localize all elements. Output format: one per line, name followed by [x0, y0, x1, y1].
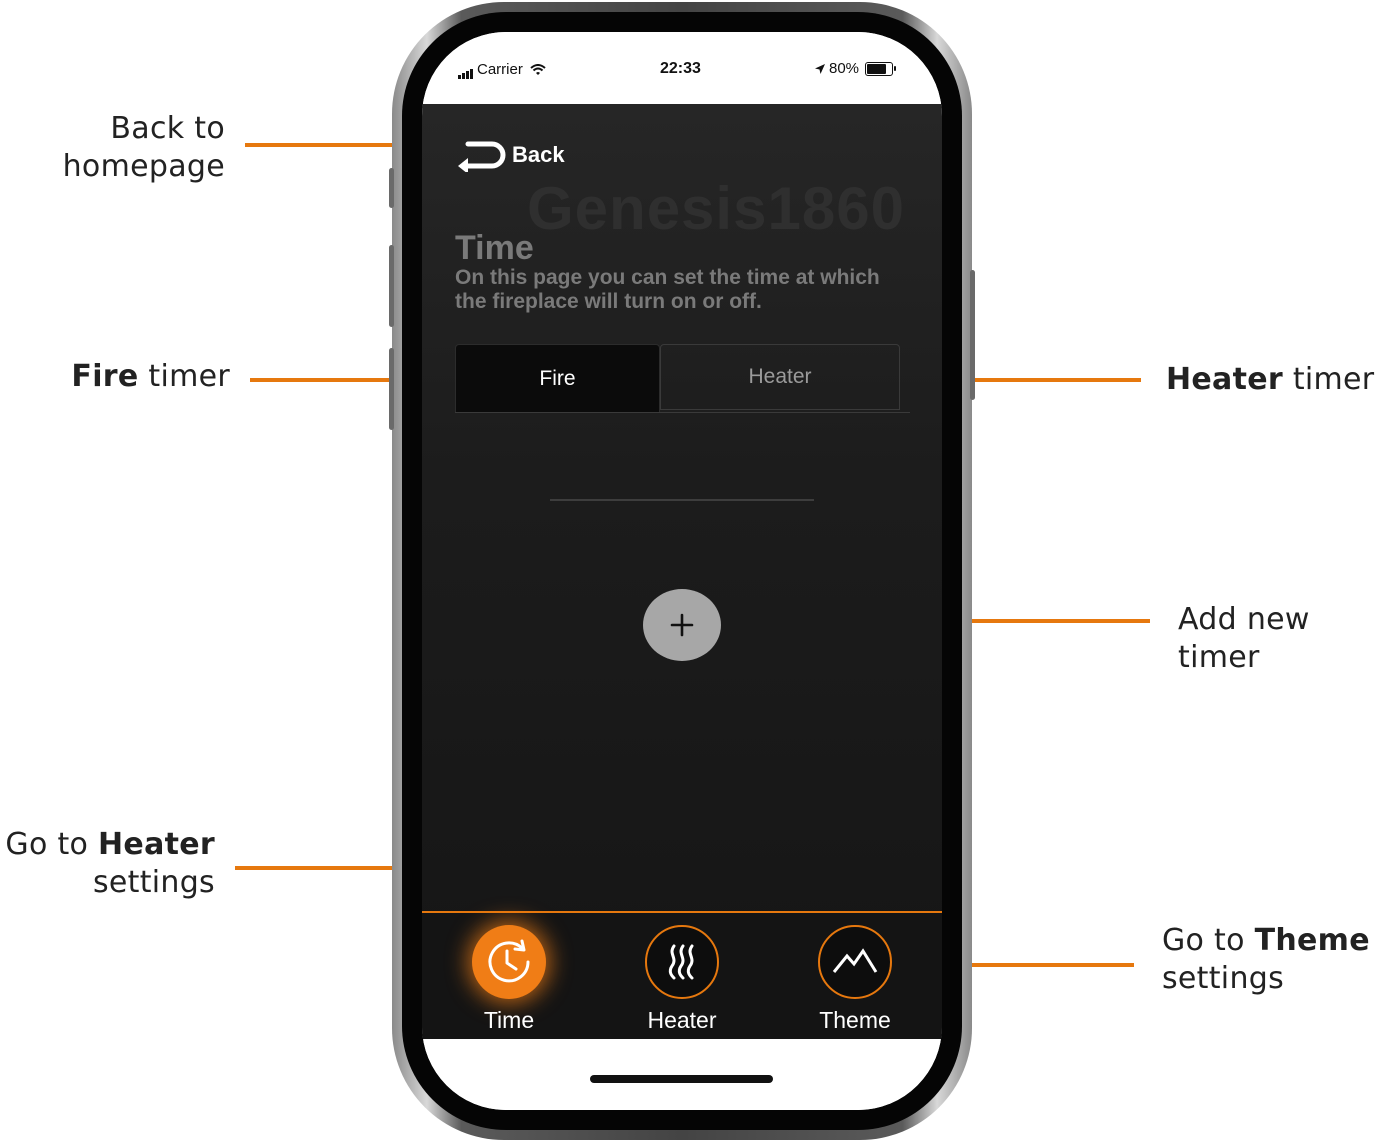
- tab-fire[interactable]: Fire: [455, 344, 660, 412]
- page-title: Time: [455, 229, 534, 267]
- app-view: Back Genesis1860 Time On this page you c…: [422, 104, 942, 1041]
- timer-tabs: Fire Heater: [455, 344, 910, 413]
- battery-icon: [865, 62, 897, 77]
- location-arrow-icon: [815, 64, 825, 75]
- annotation-heater-settings-post: settings: [92, 865, 215, 900]
- carrier-label: Carrier: [477, 61, 523, 78]
- annotation-fire-rest: timer: [138, 359, 230, 394]
- annotation-fire-timer: Fire timer: [20, 358, 230, 396]
- phone-silent-switch: [389, 168, 394, 208]
- annotation-theme-settings-bold: Theme: [1254, 923, 1370, 958]
- nav-time-circle: [472, 925, 546, 999]
- home-indicator[interactable]: [590, 1075, 773, 1083]
- annotation-heater-bold: Heater: [1166, 362, 1283, 397]
- annotation-heater-settings-bold: Heater: [98, 827, 215, 862]
- phone-screen: Carrier 22:33 80% Back Genesis1860 Time …: [422, 32, 942, 1110]
- nav-label-time: Time: [483, 1007, 535, 1033]
- annotation-back-to-homepage: Back to homepage: [62, 111, 225, 184]
- annotation-heater-settings-pre: Go to: [5, 827, 99, 862]
- status-time: 22:33: [660, 60, 701, 77]
- brand-watermark: Genesis1860: [527, 175, 905, 242]
- timer-list-divider: [550, 499, 814, 501]
- mountain-icon: [832, 948, 878, 973]
- wifi-icon: [530, 64, 546, 76]
- page-description: On this page you can set the time at whi…: [455, 266, 880, 313]
- add-timer-button[interactable]: [643, 589, 721, 661]
- bottom-nav: Time Heater Theme: [422, 911, 942, 1041]
- signal-icon: [458, 62, 474, 79]
- clock-icon: [488, 939, 530, 983]
- nav-item-time[interactable]: Time: [449, 925, 569, 1034]
- annotation-add-new-timer: Add new timer: [1178, 602, 1310, 675]
- nav-heater-circle: [645, 925, 719, 999]
- phone-volume-up: [389, 245, 394, 327]
- plus-icon: [670, 613, 694, 637]
- flame-icon: [668, 944, 694, 980]
- nav-item-heater[interactable]: Heater: [622, 925, 742, 1034]
- tab-heater[interactable]: Heater: [660, 344, 900, 410]
- nav-label-heater: Heater: [647, 1007, 717, 1033]
- nav-label-theme: Theme: [819, 1007, 891, 1033]
- annotation-theme-settings: Go to Theme settings: [1162, 922, 1392, 998]
- back-label: Back: [512, 142, 565, 167]
- annotation-fire-bold: Fire: [71, 359, 139, 394]
- phone-power-button: [970, 270, 975, 400]
- annotation-heater-rest: timer: [1282, 362, 1375, 397]
- nav-theme-circle: [818, 925, 892, 999]
- nav-item-theme[interactable]: Theme: [795, 925, 915, 1034]
- annotation-theme-settings-pre: Go to: [1162, 923, 1255, 958]
- home-indicator-area: [422, 1039, 942, 1110]
- phone-volume-down: [389, 348, 394, 430]
- status-carrier: Carrier: [458, 61, 546, 79]
- status-bar: Carrier 22:33 80%: [422, 32, 942, 104]
- back-arrow-icon: [458, 141, 506, 172]
- back-button[interactable]: Back: [454, 138, 565, 172]
- annotation-theme-settings-post: settings: [1162, 961, 1285, 996]
- battery-percent: 80%: [829, 60, 860, 77]
- annotation-heater-settings: Go to Heater settings: [0, 826, 215, 902]
- annotation-heater-timer: Heater timer: [1166, 361, 1386, 399]
- status-battery: 80%: [814, 60, 897, 77]
